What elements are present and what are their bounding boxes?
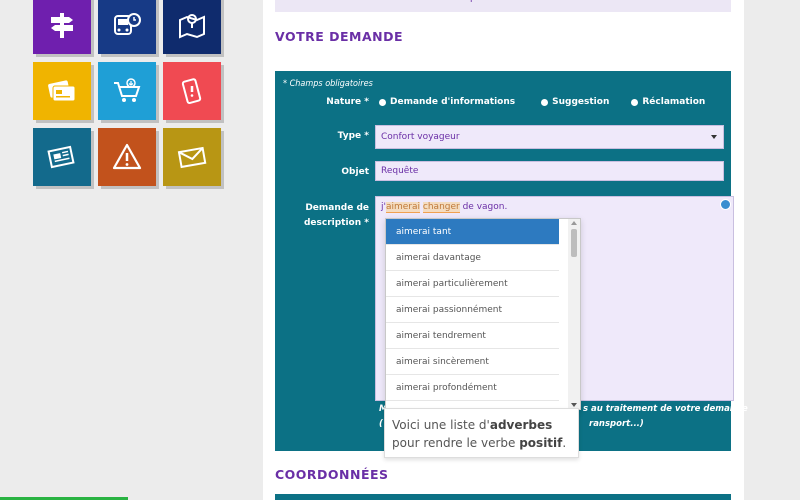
radio-label: Réclamation [642,97,706,107]
misspelled-word-aimerai[interactable]: aimerai [385,202,421,213]
note-line-2-suffix: ransport...) [589,419,644,429]
tile-alerts[interactable] [163,62,221,120]
nature-radio-group: Demande d'informations Suggestion Réclam… [379,97,725,107]
phone-alert-icon [181,78,202,104]
tile-shop[interactable] [98,62,156,120]
required-fields-note: * Champs obligatoires [283,79,373,89]
radio-dot [379,98,386,106]
objet-label: Objet [341,167,369,177]
tile-news[interactable] [33,128,91,186]
radio-dot [541,98,549,106]
tile-map[interactable] [163,0,221,54]
bus-clock-icon [114,13,141,35]
suggestion-item[interactable]: aimerai tendrement [386,323,559,349]
tooltip-text-3: . [562,436,567,450]
chevron-down-icon [711,135,717,139]
tooltip-text-1: Voici une liste d' [392,418,490,432]
radio-label: Suggestion [552,97,610,107]
tile-timetable[interactable] [98,0,156,54]
top-info-band: p [275,0,731,12]
scroll-up-icon[interactable] [571,221,577,225]
tooltip-keyword-positif: positif [519,436,563,450]
suggestion-tooltip: Voici une liste d'adverbes pour rendre l… [384,408,579,458]
description-label-line2: description * [303,218,369,228]
note-line-1-suffix: s au traitement de votre demande [583,404,748,414]
section-title-coordonnees: COORDONNÉES [275,467,389,482]
flagged-word-changer[interactable]: changer [422,202,460,213]
top-band-text: p [470,0,476,3]
type-select[interactable]: Confort voyageur [375,125,724,149]
warning-icon [112,143,142,170]
newspaper-icon [47,145,75,169]
tooltip-text-2: pour rendre le verbe [392,436,520,450]
tile-contact[interactable] [163,128,221,186]
note-line-2-prefix: ( [379,419,383,429]
envelope-icon [177,146,207,169]
suggestion-item[interactable]: aimerai passionnément [386,297,559,323]
scroll-down-icon[interactable] [571,403,577,407]
quick-links-grid [33,0,225,192]
radio-suggestion[interactable]: Suggestion [541,97,609,107]
tooltip-keyword-adverbes: adverbes [489,418,553,432]
tile-disruptions[interactable] [98,128,156,186]
map-pin-icon [179,14,205,39]
suggestion-item[interactable]: aimerai davantage [386,245,559,271]
radio-demande-informations[interactable]: Demande d'informations [379,97,515,107]
description-label: Demande de description * [295,201,369,231]
type-label: Type * [337,131,369,141]
note-line-2: ( ransport...) [379,419,644,429]
suggestion-scrollbar[interactable] [568,219,580,409]
suggestion-item[interactable]: aimerai tant [386,219,559,245]
suggestion-dropdown: aimerai tant aimerai davantage aimerai p… [385,218,581,410]
signpost-icon [51,13,73,38]
cards-icon [48,80,76,102]
scroll-thumb[interactable] [571,229,577,257]
grammar-checker-icon[interactable] [720,199,731,210]
section-title-demande: VOTRE DEMANDE [275,29,404,44]
objet-input[interactable]: Requête [375,161,724,181]
objet-input-value: Requête [381,166,419,176]
suggestion-item[interactable]: aimerai sincèrement [386,349,559,375]
radio-reclamation[interactable]: Réclamation [631,97,705,107]
description-text-end: de vagon. [459,202,508,212]
radio-label: Demande d'informations [390,97,516,107]
suggestion-item[interactable]: aimerai profondément [386,375,559,401]
description-label-line1: Demande de [305,203,369,213]
nature-label: Nature * [326,97,369,107]
tile-cards[interactable] [33,62,91,120]
cart-icon [114,78,141,102]
radio-dot [631,98,639,106]
tile-signpost[interactable] [33,0,91,54]
contact-form-top [275,494,731,500]
suggestion-item[interactable]: aimerai particulièrement [386,271,559,297]
type-select-value: Confort voyageur [381,132,460,142]
